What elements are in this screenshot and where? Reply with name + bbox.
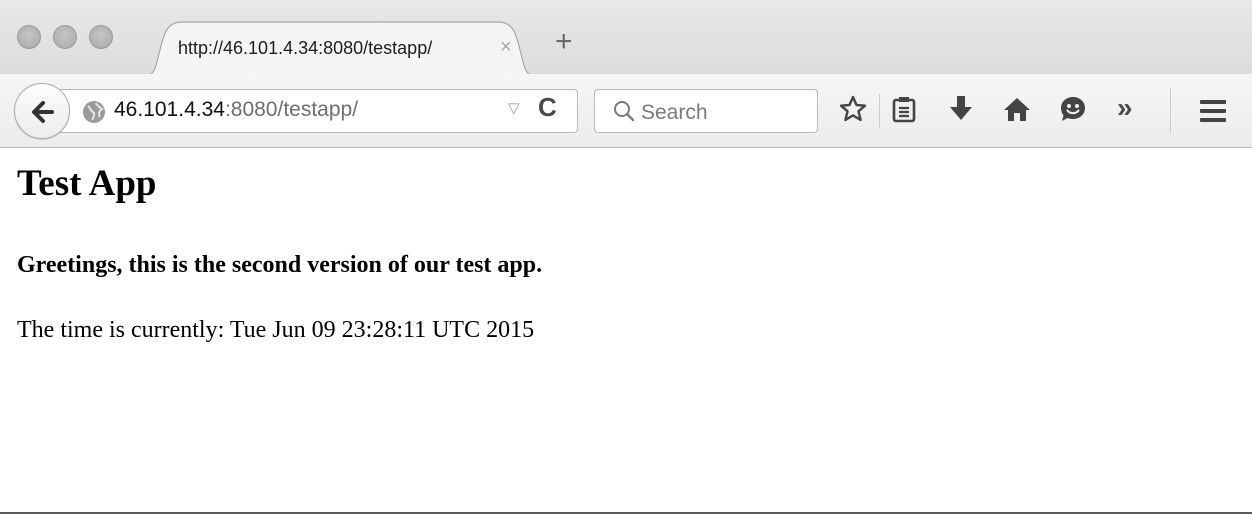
hamburger-menu-icon[interactable] bbox=[1198, 98, 1228, 124]
url-history-dropdown-icon[interactable]: ▽ bbox=[508, 99, 520, 117]
zoom-window-button[interactable] bbox=[89, 25, 113, 49]
page-content: Test App Greetings, this is the second v… bbox=[0, 149, 1252, 514]
bookmark-star-icon[interactable] bbox=[838, 94, 868, 124]
tab-close-icon[interactable]: × bbox=[500, 37, 512, 57]
minimize-window-button[interactable] bbox=[53, 25, 77, 49]
url-text[interactable]: 46.101.4.34:8080/testapp/ bbox=[114, 98, 358, 122]
new-tab-button[interactable]: + bbox=[555, 27, 573, 57]
tab-active[interactable]: http://46.101.4.34:8080/testapp/ × bbox=[140, 20, 540, 76]
url-path: :8080/testapp/ bbox=[224, 98, 359, 121]
tab-title: http://46.101.4.34:8080/testapp/ bbox=[178, 38, 433, 58]
tab-strip: http://46.101.4.34:8080/testapp/ × + bbox=[0, 0, 1252, 76]
url-host: 46.101.4.34 bbox=[114, 98, 225, 121]
home-icon[interactable] bbox=[1002, 95, 1032, 123]
current-time-text: The time is currently: Tue Jun 09 23:28:… bbox=[17, 317, 535, 343]
overflow-chevron-icon[interactable]: » bbox=[1117, 92, 1133, 124]
downloads-icon[interactable] bbox=[948, 94, 974, 124]
toolbar-divider bbox=[879, 94, 880, 128]
nav-toolbar: 46.101.4.34:8080/testapp/ ▽ C Search » bbox=[0, 74, 1252, 148]
greeting-heading: Greetings, this is the second version of… bbox=[17, 252, 543, 278]
globe-icon[interactable] bbox=[82, 100, 106, 124]
search-icon bbox=[614, 101, 635, 122]
page-title: Test App bbox=[17, 163, 157, 204]
search-placeholder: Search bbox=[641, 101, 708, 124]
search-input[interactable]: Search bbox=[594, 89, 818, 133]
close-window-button[interactable] bbox=[17, 25, 41, 49]
bookmarks-menu-icon[interactable] bbox=[891, 96, 917, 124]
back-button[interactable] bbox=[14, 83, 70, 139]
back-arrow-icon bbox=[32, 101, 54, 123]
hello-chat-icon[interactable] bbox=[1058, 94, 1088, 124]
toolbar-divider bbox=[1170, 88, 1171, 134]
reload-icon[interactable]: C bbox=[538, 92, 557, 123]
